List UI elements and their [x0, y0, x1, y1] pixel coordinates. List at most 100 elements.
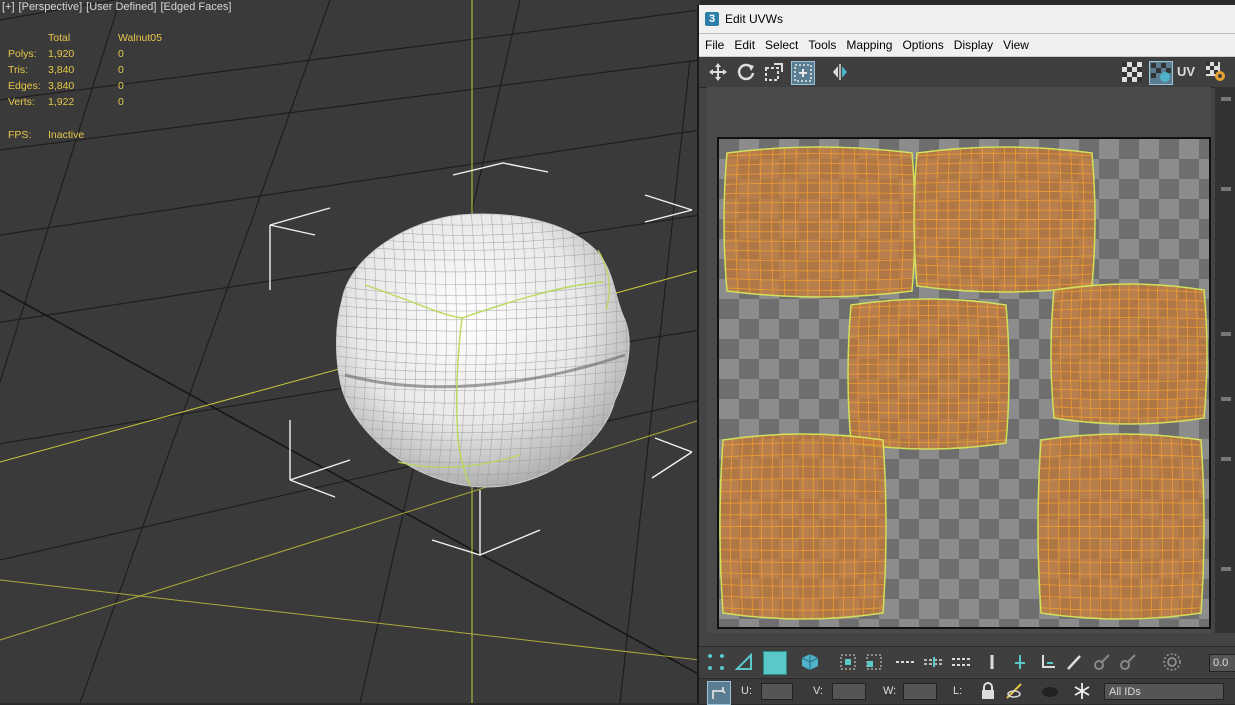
checker-cell [779, 359, 799, 379]
shrink-selection-icon[interactable] [863, 651, 885, 673]
rollout-marker[interactable] [1221, 567, 1231, 571]
rollout-marker[interactable] [1221, 187, 1231, 191]
w-field[interactable] [903, 683, 937, 700]
select-point-icon[interactable] [1009, 651, 1031, 673]
grid-line [620, 60, 690, 703]
uv-view-icon[interactable]: UV [1177, 64, 1195, 79]
checker-cell [1119, 259, 1139, 279]
menu-mapping[interactable]: Mapping [846, 38, 892, 52]
checker-cell [1099, 199, 1119, 219]
checker-pattern-icon[interactable] [1121, 61, 1143, 83]
rotate-icon[interactable] [735, 61, 757, 83]
menu-edit[interactable]: Edit [734, 38, 755, 52]
brush-shrink-icon[interactable] [1117, 651, 1139, 673]
checker-cell [739, 319, 759, 339]
checker-cell [1159, 619, 1179, 627]
freeform-icon[interactable] [791, 61, 815, 85]
checker-cell [999, 499, 1019, 519]
checker-cell [1019, 319, 1039, 339]
walnut-mesh [336, 214, 629, 487]
menu-file[interactable]: File [705, 38, 724, 52]
window-title: Edit UVWs [725, 12, 783, 26]
menu-view[interactable]: View [1003, 38, 1029, 52]
polygon-select-icon[interactable] [763, 651, 787, 675]
u-field[interactable] [761, 683, 793, 700]
checker-cell [759, 299, 779, 319]
checker-cell [1199, 419, 1209, 439]
selection-bracket [270, 208, 330, 225]
menu-options[interactable]: Options [902, 38, 943, 52]
menu-display[interactable]: Display [954, 38, 993, 52]
wire-latitude [330, 199, 640, 213]
scale-icon[interactable] [763, 61, 785, 83]
window-titlebar[interactable]: 3 Edit UVWs [699, 5, 1235, 34]
checker-cell [979, 519, 999, 539]
move-icon[interactable] [707, 61, 729, 83]
checker-cell [839, 619, 859, 627]
stats-total-polys: 1,920 [48, 48, 108, 60]
checker-cell [1159, 259, 1179, 279]
uv-canvas[interactable] [717, 137, 1211, 629]
checker-cell [979, 559, 999, 579]
checker-cell [739, 359, 759, 379]
freeze-icon[interactable] [1071, 680, 1093, 702]
stats-total-tris: 3,840 [48, 64, 108, 76]
paint-select-icon[interactable] [1063, 651, 1085, 673]
viewport-label[interactable]: [+] [Perspective][User Defined] [Edged Fac… [2, 1, 235, 13]
grow-selection-icon[interactable] [837, 651, 859, 673]
checker-cell [979, 479, 999, 499]
checker-cell [1139, 239, 1159, 259]
checker-cell [1179, 159, 1199, 179]
filter-icon[interactable] [1039, 680, 1061, 702]
perspective-viewport[interactable]: [+] [Perspective][User Defined] [Edged Fac… [0, 0, 700, 703]
viewport-menu-plus[interactable]: [+] [2, 1, 15, 13]
checker-cell [939, 479, 959, 499]
transform-mode-icon[interactable] [707, 681, 731, 705]
lock-icon[interactable] [977, 680, 999, 702]
select-edge-up-icon[interactable] [1037, 651, 1059, 673]
settings-icon[interactable] [1205, 61, 1227, 83]
checker-cell [1199, 179, 1209, 199]
checker-cell [919, 539, 939, 559]
viewport-display-edged-faces[interactable]: [Edged Faces] [160, 1, 231, 13]
w-label: W: [883, 685, 896, 697]
checker-map-icon[interactable] [1149, 61, 1173, 85]
edge-select-icon[interactable] [733, 651, 755, 673]
material-id-dropdown[interactable]: All IDs [1104, 683, 1224, 700]
menu-tools[interactable]: Tools [808, 38, 836, 52]
checker-cell [959, 499, 979, 519]
viewport-shading-user-defined[interactable]: [User Defined] [86, 1, 156, 13]
element-select-icon[interactable] [799, 651, 821, 673]
vertex-select-icon[interactable] [705, 651, 727, 673]
menu-select[interactable]: Select [765, 38, 798, 52]
checker-cell [999, 459, 1019, 479]
ring-select-icon[interactable] [923, 651, 945, 673]
checker-cell [799, 379, 819, 399]
rollout-marker[interactable] [1221, 457, 1231, 461]
rollout-marker[interactable] [1221, 332, 1231, 336]
checker-cell [959, 619, 979, 627]
checker-cell [739, 399, 759, 419]
uv-shells[interactable] [719, 139, 1209, 627]
checker-cell [819, 319, 839, 339]
v-field[interactable] [832, 683, 866, 700]
loop-select-icon[interactable] [895, 651, 917, 673]
stats-object-verts: 0 [118, 96, 188, 108]
bottom-toolbar: 0.0 [699, 646, 1235, 677]
brush-grow-icon[interactable] [1091, 651, 1113, 673]
soft-select-icon[interactable] [1161, 651, 1183, 673]
rollout-marker[interactable] [1221, 97, 1231, 101]
edge-ring-icon[interactable] [981, 651, 1003, 673]
edge-loop-icon[interactable] [951, 651, 973, 673]
checker-cell [979, 599, 999, 619]
stats-total-edges: 3,840 [48, 80, 108, 92]
rollout-marker[interactable] [1221, 397, 1231, 401]
viewport-view-perspective[interactable]: [Perspective] [19, 1, 83, 13]
uv-editor-area[interactable] [707, 87, 1211, 633]
top-toolbar: UV [699, 57, 1235, 88]
status-row: U: V: W: L: All IDs [699, 678, 1235, 704]
falloff-spinner[interactable]: 0.0 [1209, 654, 1235, 672]
checker-cell [1139, 199, 1159, 219]
show-hidden-icon[interactable] [1003, 680, 1025, 702]
mirror-icon[interactable] [829, 61, 851, 83]
